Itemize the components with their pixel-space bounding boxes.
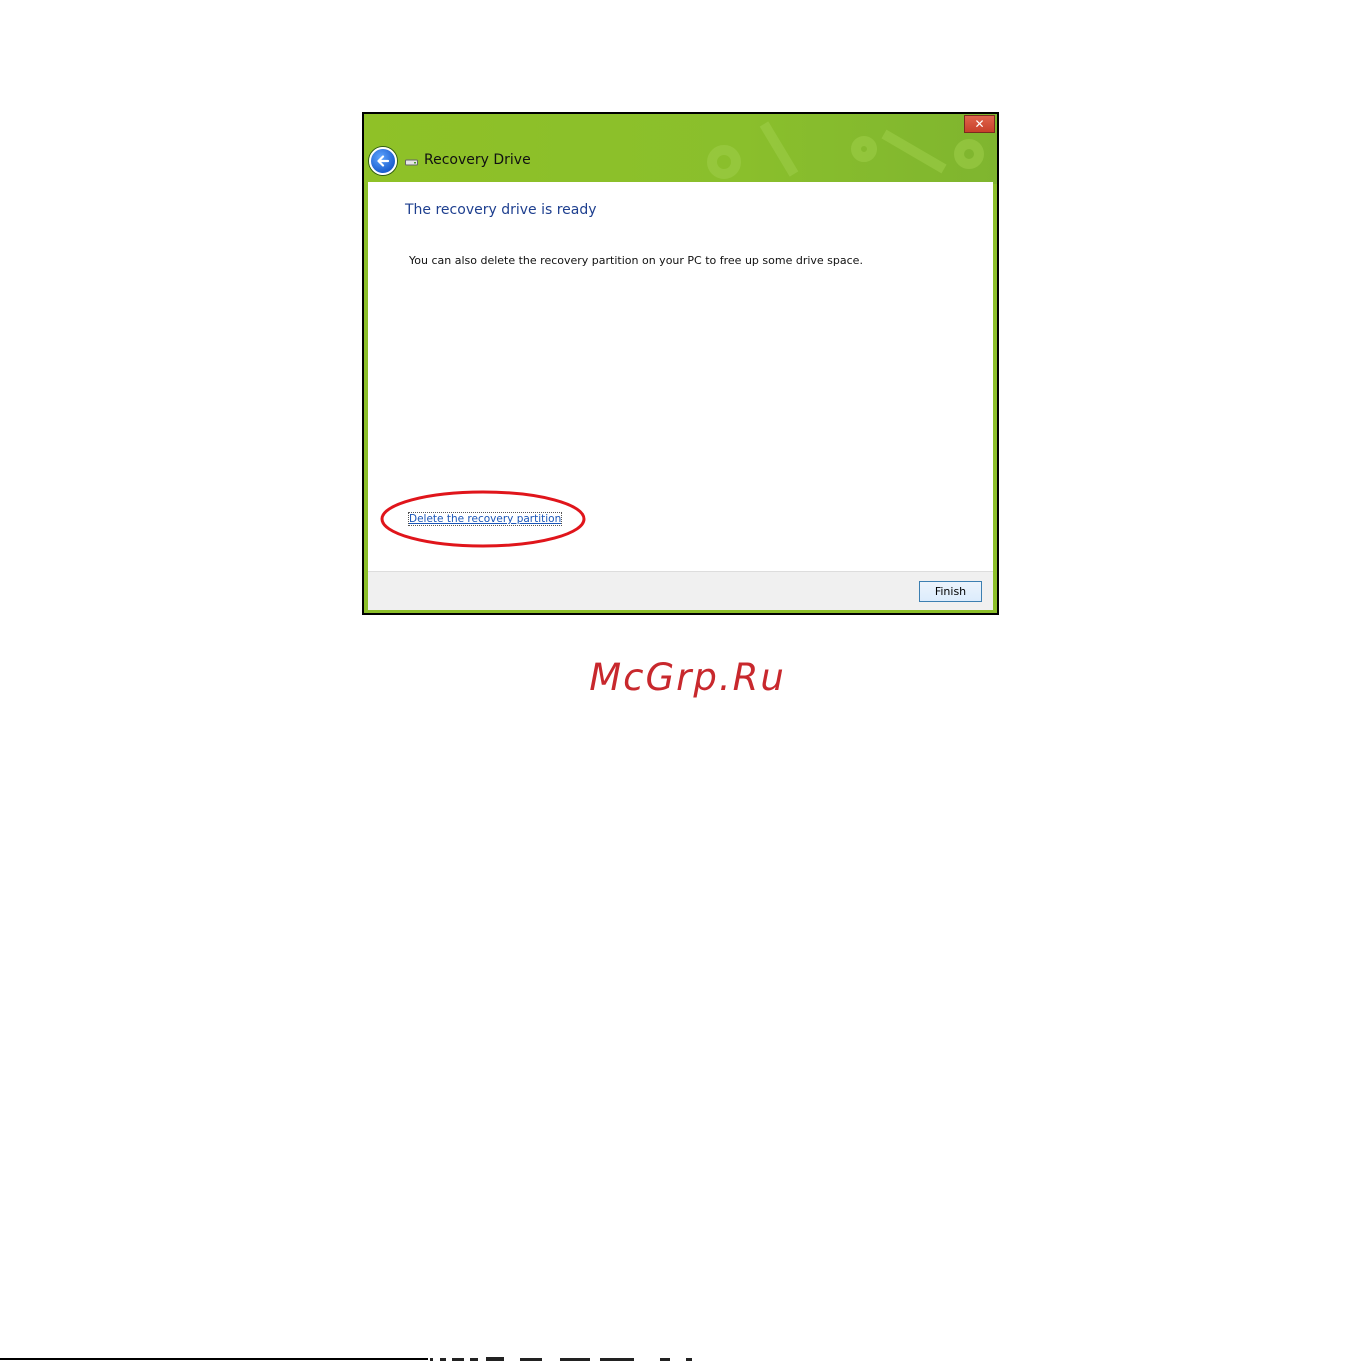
description-text: You can also delete the recovery partiti… <box>409 254 863 267</box>
content-panel: The recovery drive is ready You can also… <box>368 182 993 571</box>
finish-button[interactable]: Finish <box>919 581 982 602</box>
drive-icon <box>405 159 418 166</box>
arrow-left-icon <box>377 155 390 167</box>
footer-bar: Finish <box>368 571 993 610</box>
close-button[interactable]: ✕ <box>964 115 995 133</box>
page-heading: The recovery drive is ready <box>405 202 597 218</box>
recovery-drive-window: ✕ Recovery Drive The recovery drive is r… <box>362 112 999 615</box>
page-divider <box>0 1358 428 1360</box>
close-icon: ✕ <box>974 117 985 131</box>
chrome-decoration <box>707 121 984 179</box>
watermark-text: McGrp.Ru <box>589 656 786 699</box>
cropped-footer-text <box>430 1357 692 1361</box>
back-button[interactable] <box>369 147 397 175</box>
delete-recovery-partition-link[interactable]: Delete the recovery partition <box>407 512 563 526</box>
window-title: Recovery Drive <box>424 152 531 168</box>
